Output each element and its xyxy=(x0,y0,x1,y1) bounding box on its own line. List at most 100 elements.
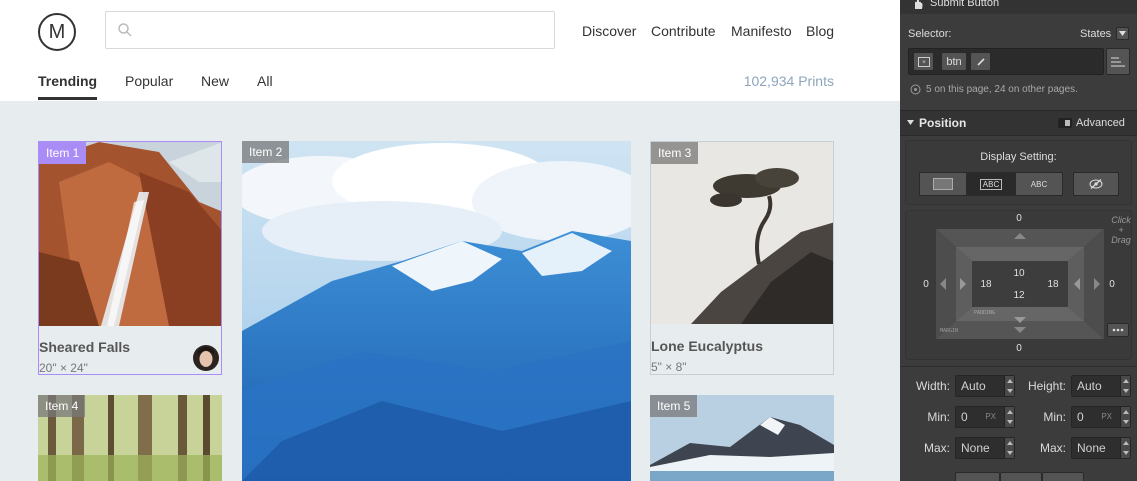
selector-label: Selector: xyxy=(908,28,952,40)
height-stepper[interactable] xyxy=(1120,376,1130,396)
avatar[interactable] xyxy=(193,345,219,371)
min-width-field[interactable]: 0 PX xyxy=(955,406,1015,428)
block-icon xyxy=(933,178,953,190)
max-height-stepper[interactable] xyxy=(1120,438,1130,458)
padding-left-value[interactable]: 18 xyxy=(976,279,996,290)
min-height-field[interactable]: 0 PX xyxy=(1071,406,1131,428)
nav-blog[interactable]: Blog xyxy=(806,23,834,39)
selector-info: 5 on this page, 24 on other pages. xyxy=(926,84,1078,95)
print-card-3[interactable]: Item 3 Lone Eucalyptus 5" × 8" xyxy=(650,141,834,375)
tab-new[interactable]: New xyxy=(201,73,229,89)
element-name: Submit Button xyxy=(930,0,1000,9)
item-tag: Item 5 xyxy=(650,395,698,417)
hand-icon xyxy=(915,0,923,9)
print-image-lone-eucalyptus xyxy=(651,142,833,324)
inline-block-label: ABC xyxy=(979,178,1003,190)
float-left-button[interactable] xyxy=(1000,472,1042,481)
display-none-button[interactable] xyxy=(1073,172,1119,196)
margin-top-value[interactable]: 0 xyxy=(1009,213,1029,224)
min-width-label: Min: xyxy=(927,410,950,424)
advanced-toggle[interactable] xyxy=(1058,118,1072,128)
position-label: Position xyxy=(919,116,967,130)
print-title[interactable]: Sheared Falls xyxy=(39,339,130,355)
max-height-label: Max: xyxy=(1039,441,1066,455)
width-label: Width: xyxy=(915,379,950,393)
tab-all[interactable]: All xyxy=(257,73,273,89)
print-title[interactable]: Lone Eucalyptus xyxy=(651,338,763,354)
print-card-4[interactable]: Item 4 xyxy=(38,395,222,481)
tab-popular[interactable]: Popular xyxy=(125,73,173,89)
inline-label: ABC xyxy=(1030,179,1048,189)
nav-manifesto[interactable]: Manifesto xyxy=(731,23,792,39)
min-height-label: Min: xyxy=(1043,410,1066,424)
max-height-value: None xyxy=(1077,441,1106,455)
caret-down-icon xyxy=(907,120,914,125)
max-width-label: Max: xyxy=(923,441,950,455)
float-none-button[interactable] xyxy=(955,472,1000,481)
margin-label: MARGIN xyxy=(940,328,958,334)
item-tag: Item 1 xyxy=(39,142,87,164)
eye-slash-icon xyxy=(1089,179,1103,189)
pencil-icon xyxy=(976,57,985,66)
style-panel: Submit Button Selector: States * btn 5 o… xyxy=(900,0,1137,481)
display-setting-label: Display Setting: xyxy=(980,151,1057,163)
width-value: Auto xyxy=(961,379,986,393)
print-card-2[interactable]: Item 2 xyxy=(242,141,631,481)
selector-menu-button[interactable] xyxy=(1106,48,1130,75)
edit-selector-button[interactable] xyxy=(970,52,991,71)
target-icon xyxy=(910,84,921,95)
margin-bottom-value[interactable]: 0 xyxy=(1009,343,1029,354)
states-dropdown[interactable] xyxy=(1116,27,1129,40)
states-label: States xyxy=(1080,28,1112,40)
max-width-field[interactable]: None xyxy=(955,437,1015,459)
item-tag: Item 2 xyxy=(242,141,290,163)
search-input[interactable] xyxy=(142,18,542,42)
item-tag: Item 3 xyxy=(651,142,699,164)
display-inline-button[interactable]: ABC xyxy=(1015,172,1063,196)
display-inline-block-button[interactable]: ABC xyxy=(967,172,1015,196)
gallery-grid: Item 1 Sheared Falls 20" × 24" Item 2 It… xyxy=(0,101,900,481)
element-icon: * xyxy=(917,56,930,67)
search-box[interactable] xyxy=(105,11,555,49)
min-width-unit: PX xyxy=(985,412,996,421)
selector-field[interactable] xyxy=(908,48,1104,75)
min-height-value: 0 xyxy=(1077,410,1084,424)
max-height-field[interactable]: None xyxy=(1071,437,1131,459)
tab-trending[interactable]: Trending xyxy=(38,73,97,89)
max-width-stepper[interactable] xyxy=(1004,438,1014,458)
padding-top-value[interactable]: 10 xyxy=(1009,268,1029,279)
search-icon xyxy=(118,23,132,37)
print-card-1[interactable]: Item 1 Sheared Falls 20" × 24" xyxy=(38,141,222,375)
min-width-stepper[interactable] xyxy=(1004,407,1014,427)
logo-letter: M xyxy=(48,20,66,43)
padding-bottom-value[interactable]: 12 xyxy=(1009,290,1029,301)
nav-discover[interactable]: Discover xyxy=(582,23,636,39)
more-options-button[interactable] xyxy=(1107,323,1129,337)
prints-count: 102,934 Prints xyxy=(743,73,834,89)
all-elements-button[interactable]: * xyxy=(913,52,934,71)
nav-contribute[interactable]: Contribute xyxy=(651,23,716,39)
padding-label: PADDING xyxy=(974,310,995,316)
print-dimensions: 5" × 8" xyxy=(651,360,687,374)
print-dimensions: 20" × 24" xyxy=(39,361,88,375)
chevron-down-icon xyxy=(1119,31,1126,36)
padding-right-value[interactable]: 18 xyxy=(1043,279,1063,290)
site-logo[interactable]: M xyxy=(38,13,76,51)
print-card-5[interactable]: Item 5 xyxy=(650,395,834,481)
float-right-button[interactable] xyxy=(1042,472,1084,481)
click-drag-hint: Click + Drag xyxy=(1111,215,1131,245)
min-width-value: 0 xyxy=(961,410,968,424)
margin-right-value[interactable]: 0 xyxy=(1102,279,1122,290)
width-field[interactable]: Auto xyxy=(955,375,1015,397)
website-preview: M Discover Contribute Manifesto Blog Tre… xyxy=(0,0,900,481)
display-block-button[interactable] xyxy=(919,172,967,196)
min-height-unit: PX xyxy=(1101,412,1112,421)
selector-tag-btn[interactable]: btn xyxy=(941,52,967,71)
height-value: Auto xyxy=(1077,379,1102,393)
min-height-stepper[interactable] xyxy=(1120,407,1130,427)
ellipsis-icon xyxy=(1112,328,1124,332)
box-model-diagram[interactable]: MARGIN PADDING xyxy=(936,229,1104,339)
width-stepper[interactable] xyxy=(1004,376,1014,396)
margin-left-value[interactable]: 0 xyxy=(916,279,936,290)
height-field[interactable]: Auto xyxy=(1071,375,1131,397)
